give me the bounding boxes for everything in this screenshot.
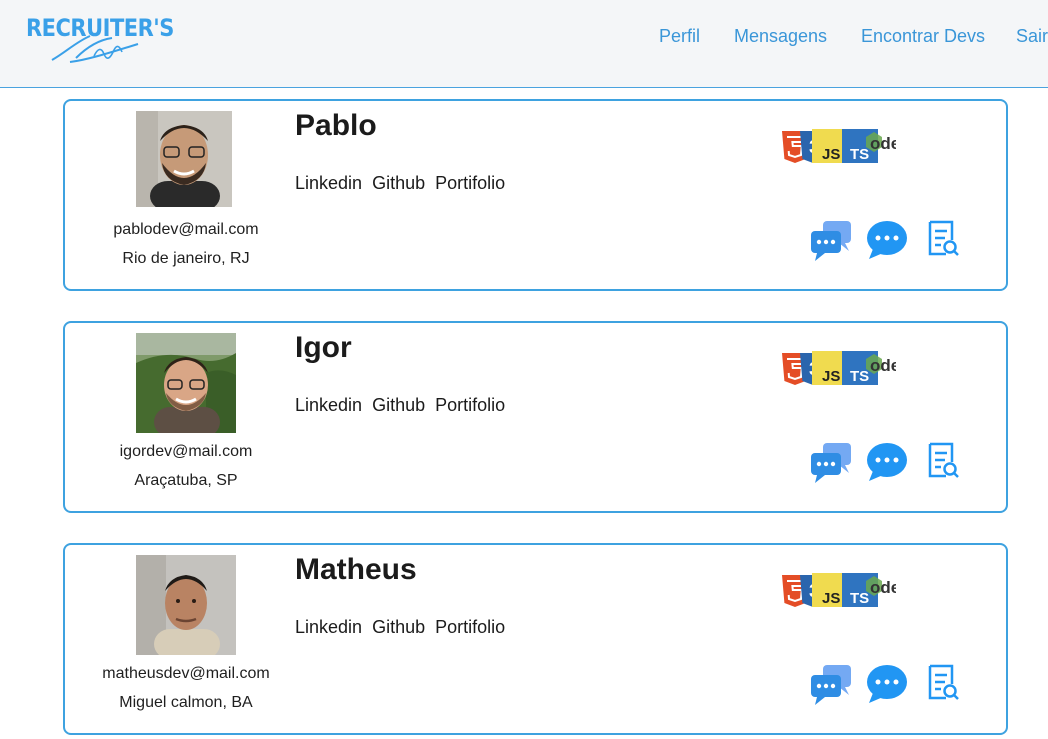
svg-text:JS: JS (822, 368, 840, 385)
linkedin-link[interactable]: Linkedin (295, 395, 362, 415)
message-icon[interactable] (865, 663, 909, 705)
dev-links: Linkedin Github Portifolio (295, 173, 515, 194)
resume-search-icon[interactable] (927, 441, 961, 481)
avatar (136, 111, 232, 207)
resume-search-icon[interactable] (927, 663, 961, 703)
javascript-icon: JS (812, 351, 844, 385)
nav-encontrar-devs[interactable]: Encontrar Devs (861, 26, 985, 47)
tech-stack-icons: 3 JS TS ode (782, 351, 896, 385)
dev-links: Linkedin Github Portifolio (295, 395, 515, 416)
svg-text:ode: ode (870, 578, 896, 597)
app-logo[interactable]: RECRUITER'S (26, 10, 174, 68)
portfolio-link[interactable]: Portifolio (435, 395, 505, 415)
nav-sair[interactable]: Sair (1016, 26, 1048, 47)
top-header: RECRUITER'S Perfil Mensagens Encontrar D… (0, 0, 1048, 88)
nodejs-icon: ode (866, 132, 896, 153)
dev-email: pablodev@mail.com (113, 221, 259, 238)
nav-mensagens[interactable]: Mensagens (734, 26, 827, 47)
svg-text:JS: JS (822, 146, 840, 163)
dev-card: matheusdev@mail.com Miguel calmon, BA Ma… (63, 543, 1008, 735)
portfolio-link[interactable]: Portifolio (435, 173, 505, 193)
message-icon[interactable] (865, 441, 909, 483)
github-link[interactable]: Github (372, 173, 425, 193)
linkedin-link[interactable]: Linkedin (295, 617, 362, 637)
dev-name: Pablo (295, 109, 377, 142)
dev-card: igordev@mail.com Araçatuba, SP Igor Link… (63, 321, 1008, 513)
svg-text:TS: TS (850, 146, 869, 163)
avatar (136, 333, 236, 433)
svg-text:TS: TS (850, 368, 869, 385)
tech-stack-icons: 3 JS TS ode (782, 573, 896, 607)
svg-text:ode: ode (870, 356, 896, 375)
dev-actions (809, 441, 969, 485)
avatar (136, 555, 236, 655)
dev-location: Rio de janeiro, RJ (122, 250, 250, 267)
dev-location: Miguel calmon, BA (119, 694, 253, 711)
nodejs-icon: ode (866, 576, 896, 597)
linkedin-link[interactable]: Linkedin (295, 173, 362, 193)
chat-bubbles-icon[interactable] (809, 219, 853, 261)
dev-links: Linkedin Github Portifolio (295, 617, 515, 638)
tech-stack-icons: 3 JS TS ode (782, 129, 896, 163)
svg-text:TS: TS (850, 590, 869, 607)
chat-bubbles-icon[interactable] (809, 441, 853, 483)
portfolio-link[interactable]: Portifolio (435, 617, 505, 637)
dev-name: Igor (295, 331, 352, 364)
svg-text:ode: ode (870, 134, 896, 153)
dev-name: Matheus (295, 553, 417, 586)
logo-script-icon (51, 35, 139, 63)
chat-bubbles-icon[interactable] (809, 663, 853, 705)
nav-perfil[interactable]: Perfil (659, 26, 700, 47)
javascript-icon: JS (812, 573, 844, 607)
svg-text:JS: JS (822, 590, 840, 607)
javascript-icon: JS (812, 129, 844, 163)
github-link[interactable]: Github (372, 395, 425, 415)
dev-actions (809, 219, 969, 263)
dev-card: pablodev@mail.com Rio de janeiro, RJ Pab… (63, 99, 1008, 291)
dev-email: matheusdev@mail.com (102, 665, 270, 682)
resume-search-icon[interactable] (927, 219, 961, 259)
message-icon[interactable] (865, 219, 909, 261)
dev-actions (809, 663, 969, 707)
dev-email: igordev@mail.com (119, 443, 253, 460)
nodejs-icon: ode (866, 354, 896, 375)
dev-location: Araçatuba, SP (134, 472, 238, 489)
github-link[interactable]: Github (372, 617, 425, 637)
